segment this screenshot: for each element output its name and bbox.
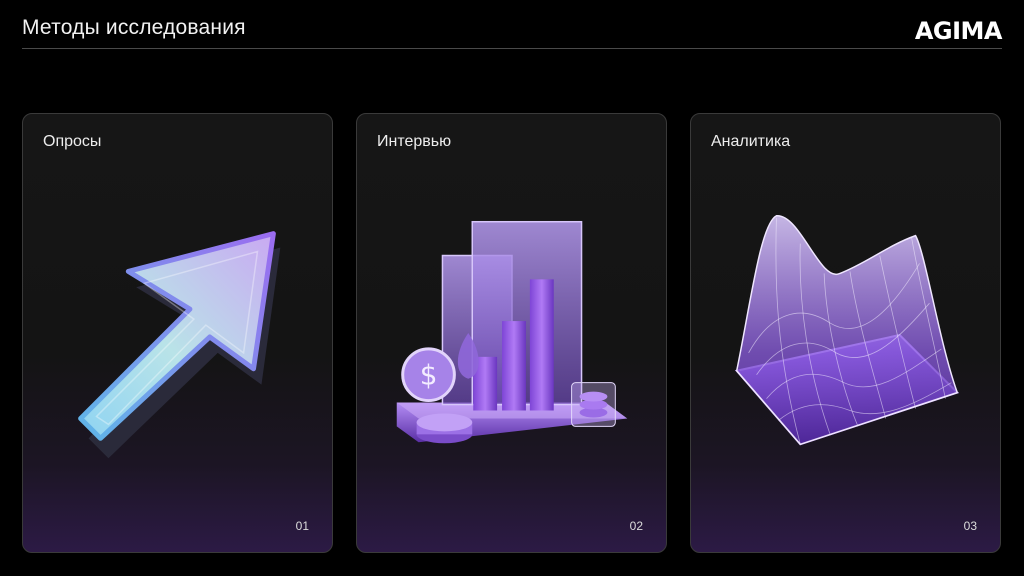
agima-logo: AGIMA: [914, 17, 1003, 45]
card-surveys[interactable]: Опросы 01: [22, 113, 333, 553]
card-number: 01: [295, 519, 309, 533]
bar-chart-icon: $: [396, 220, 628, 444]
card-interview[interactable]: Интервью $ 02: [356, 113, 667, 553]
card-analytics[interactable]: Аналитика 03: [690, 113, 1001, 553]
page-title: Методы исследования: [22, 16, 246, 39]
card-number: 03: [963, 519, 977, 533]
header-divider: [22, 48, 1002, 49]
svg-text:$: $: [420, 359, 438, 392]
card-number: 02: [629, 519, 643, 533]
surface-graph-icon: [734, 215, 960, 446]
arrow-icon: [78, 231, 281, 459]
